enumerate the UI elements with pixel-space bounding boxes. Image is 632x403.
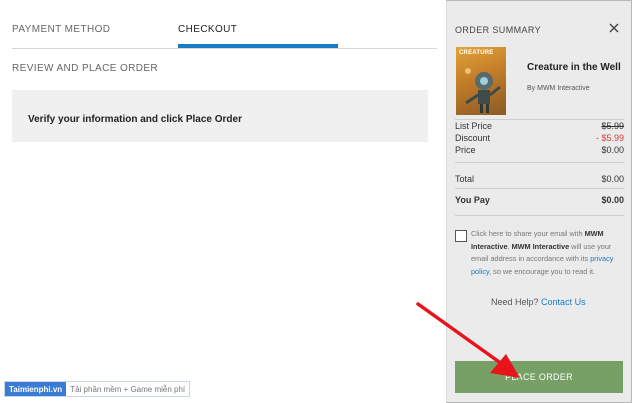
list-price-value: $5.99 [601, 121, 624, 131]
list-price-label: List Price [455, 121, 493, 131]
price-label: Price [455, 145, 476, 155]
active-tab-indicator [178, 44, 338, 48]
verify-info-box: Verify your information and click Place … [12, 90, 428, 142]
checkout-main-pane: PAYMENT METHOD CHECKOUT REVIEW AND PLACE… [0, 0, 446, 403]
summary-divider [455, 162, 624, 163]
need-help-text: Need Help? [491, 297, 542, 307]
cover-title: CREATURE [459, 50, 494, 56]
robot-artwork-icon [465, 68, 501, 113]
email-consent-text: Click here to share your email with MWM … [471, 228, 625, 278]
consent-text: Click here to share your email with [471, 229, 585, 238]
discount-value: - $5.99 [595, 133, 624, 143]
close-button[interactable] [607, 21, 621, 35]
game-publisher: By MWM Interactive [527, 85, 590, 92]
consent-text: , so we encourage you to read it. [489, 266, 595, 276]
checkout-tabs: PAYMENT METHOD CHECKOUT [12, 0, 437, 49]
tab-checkout[interactable]: CHECKOUT [178, 24, 237, 35]
discount-label: Discount [455, 133, 491, 143]
verify-message: Verify your information and click Place … [28, 114, 242, 125]
you-pay-value: $0.00 [601, 195, 624, 205]
summary-divider [455, 188, 624, 189]
game-cover-image: CREATURE [456, 47, 506, 115]
close-icon [609, 23, 619, 33]
watermark: Taimienphi.vn Tải phần mềm + Game miễn p… [4, 381, 191, 397]
place-order-button[interactable]: PLACE ORDER [455, 361, 623, 393]
contact-us-link[interactable]: Contact Us [541, 297, 586, 307]
tab-payment-method[interactable]: PAYMENT METHOD [12, 24, 110, 35]
order-summary-title: ORDER SUMMARY [455, 25, 542, 35]
watermark-tagline: Tải phần mềm + Game miễn phí [66, 382, 190, 396]
total-label: Total [455, 174, 475, 184]
watermark-brand: Taimienphi.vn [5, 382, 67, 396]
share-email-checkbox[interactable] [455, 230, 467, 242]
review-section-title: REVIEW AND PLACE ORDER [12, 63, 159, 74]
game-title: Creature in the Well [527, 62, 621, 73]
total-value: $0.00 [601, 174, 624, 184]
you-pay-label: You Pay [455, 195, 490, 205]
summary-divider [455, 215, 624, 216]
price-value: $0.00 [601, 145, 624, 155]
consent-company: MWM Interactive [511, 241, 570, 251]
need-help: Need Help? Contact Us [491, 297, 586, 307]
order-summary-pane: ORDER SUMMARY CREATURE Creature in the W… [446, 1, 631, 402]
summary-divider [455, 119, 624, 120]
